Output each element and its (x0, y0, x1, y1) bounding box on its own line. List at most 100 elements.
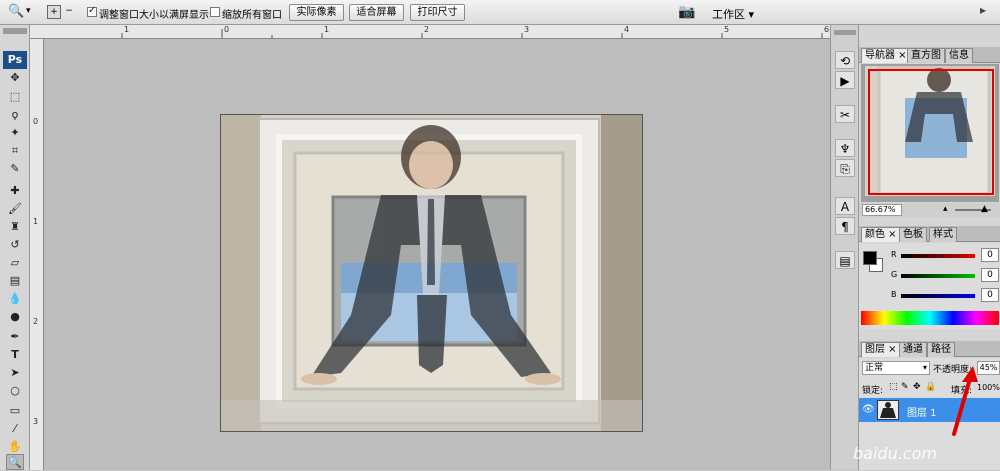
tab-layers[interactable]: 图层 × (861, 342, 901, 357)
move-tool-icon[interactable]: ✥ (6, 70, 24, 86)
tab-swatches[interactable]: 色板 (899, 227, 927, 242)
clone-stamp-tool-icon[interactable]: ♜ (6, 219, 24, 235)
pen-tool-icon[interactable]: ✒ (6, 329, 24, 345)
tab-navigator[interactable]: 导航器 × (861, 48, 911, 63)
magnifier-icon[interactable]: 🔍 (8, 4, 24, 19)
notes-tool-icon[interactable]: ▭ (6, 403, 24, 419)
brush-tool-icon[interactable]: 🖌 (6, 201, 24, 217)
options-bar: 🔍 ▾ + − 调整窗口大小以满屏显示 缩放所有窗口 实际像素 适合屏幕 打印尺… (0, 0, 1000, 25)
path-selection-tool-icon[interactable]: ➤ (6, 365, 24, 381)
zoom-all-checkbox[interactable] (210, 7, 220, 17)
tool-preset-arrow-icon[interactable]: ▾ (26, 6, 31, 16)
type-tool-icon[interactable]: T (6, 347, 24, 363)
zoom-in-icon[interactable]: + (47, 5, 61, 19)
channel-label-r: R (891, 250, 897, 259)
navigator-panel-tabs: 导航器 × 直方图 信息 (859, 47, 1000, 63)
fit-window-checkbox[interactable] (87, 5, 97, 17)
camera-icon[interactable]: 📷 (678, 4, 695, 20)
opacity-field[interactable]: 45% (977, 361, 1000, 375)
ruler-h-label: 5 (724, 25, 730, 34)
eraser-tool-icon[interactable]: ▱ (6, 255, 24, 271)
healing-brush-tool-icon[interactable]: ✚ (6, 183, 24, 199)
eyedropper-tool-icon[interactable]: ⁄ (6, 421, 24, 437)
color-panel-tabs: 颜色 × 色板 样式 (859, 226, 1000, 242)
channel-label-g: G (891, 270, 898, 279)
lasso-tool-icon[interactable]: ϙ (6, 107, 24, 123)
tab-channels[interactable]: 通道 (899, 342, 927, 357)
brushes-icon[interactable]: ♆ (835, 139, 855, 157)
watermark-text: baidu.com (853, 444, 937, 463)
tab-styles[interactable]: 样式 (929, 227, 957, 242)
blur-tool-icon[interactable]: 💧 (6, 291, 24, 307)
ruler-v-label: 3 (33, 417, 39, 426)
print-size-button[interactable]: 打印尺寸 (410, 4, 465, 21)
crop-tool-icon[interactable]: ⌗ (6, 143, 24, 159)
ruler-h-label: 3 (524, 25, 530, 34)
layer-thumbnail (877, 400, 899, 420)
horizontal-ruler: 1 0 1 2 3 4 5 6 (30, 25, 830, 39)
actual-pixels-button[interactable]: 实际像素 (289, 4, 344, 21)
history-icon[interactable]: ⟲ (835, 51, 855, 69)
tool-presets-icon[interactable]: ✂ (835, 105, 855, 123)
lock-pixels-icon[interactable]: ✎ (901, 382, 909, 392)
blend-mode-value: 正常 (865, 363, 884, 373)
color-spectrum-bar[interactable] (861, 311, 999, 325)
lock-position-icon[interactable]: ✥ (913, 382, 921, 392)
navigator-preview[interactable] (861, 64, 999, 202)
fit-screen-button[interactable]: 适合屏幕 (349, 4, 404, 21)
navigator-zoom-slider-thumb[interactable]: ▲ (981, 204, 988, 214)
navigator-zoom-field[interactable]: 66.67% (862, 204, 902, 216)
ruler-h-label: 6 (824, 25, 830, 34)
tools-panel: Ps ✥ ⬚ ϙ ✦ ⌗ ✎ ✚ 🖌 ♜ ↺ ▱ ▤ 💧 ● ✒ T ➤ ○ ▭… (0, 25, 30, 470)
workspace-menu[interactable]: 工作区 ▾ (712, 6, 754, 22)
marquee-tool-icon[interactable]: ⬚ (6, 89, 24, 105)
lock-all-icon[interactable]: 🔒 (925, 382, 936, 392)
ruler-h-label: 0 (224, 25, 230, 34)
tab-info[interactable]: 信息 (945, 48, 973, 63)
document-canvas[interactable] (220, 114, 643, 432)
character-icon[interactable]: A (835, 197, 855, 215)
ruler-h-label: 1 (324, 25, 330, 34)
hand-tool-icon[interactable]: ✋ (6, 439, 24, 455)
ruler-h-label: 4 (624, 25, 630, 34)
ruler-h-label: 1 (124, 25, 130, 34)
shape-tool-icon[interactable]: ○ (6, 383, 24, 399)
fill-value[interactable]: 100% (977, 383, 1000, 392)
green-value[interactable]: 0 (981, 268, 999, 282)
blue-slider[interactable] (901, 294, 975, 298)
blend-mode-select[interactable]: 正常 ▾ (862, 361, 930, 375)
zoom-all-label: 缩放所有窗口 (222, 10, 282, 21)
layer-comps-icon[interactable]: ▤ (835, 251, 855, 269)
clone-source-icon[interactable]: ⎘ (835, 159, 855, 177)
strip-grip[interactable] (834, 30, 856, 35)
zoom-out-small-icon[interactable]: ▴ (943, 204, 948, 214)
slice-tool-icon[interactable]: ✎ (6, 161, 24, 177)
actions-icon[interactable]: ▶ (835, 71, 855, 89)
lock-transparency-icon[interactable]: ⬚ (889, 382, 898, 392)
toolbar-grip[interactable] (3, 28, 27, 34)
tab-histogram[interactable]: 直方图 (907, 48, 945, 63)
foreground-color-swatch[interactable] (863, 251, 877, 265)
paragraph-icon[interactable]: ¶ (835, 217, 855, 235)
ruler-v-label: 2 (33, 317, 39, 326)
red-slider[interactable] (901, 254, 975, 258)
red-value[interactable]: 0 (981, 248, 999, 262)
green-slider[interactable] (901, 274, 975, 278)
vertical-ruler: 0 1 2 3 (30, 39, 44, 470)
gradient-tool-icon[interactable]: ▤ (6, 273, 24, 289)
magic-wand-tool-icon[interactable]: ✦ (6, 125, 24, 141)
eye-icon[interactable]: 👁 (862, 404, 875, 415)
ruler-v-label: 1 (33, 217, 39, 226)
zoom-out-icon[interactable]: − (63, 5, 75, 19)
color-panel: R 0 G 0 B 0 (859, 243, 1000, 329)
tab-color[interactable]: 颜色 × (861, 227, 901, 242)
zoom-tool-icon[interactable]: 🔍 (6, 454, 24, 470)
ruler-ticks-h (121, 29, 823, 38)
annotation-arrow (952, 366, 978, 436)
dodge-tool-icon[interactable]: ● (6, 309, 24, 325)
history-brush-tool-icon[interactable]: ↺ (6, 237, 24, 253)
panel-options-icon[interactable]: ▸ (980, 3, 986, 17)
ps-logo[interactable]: Ps (3, 51, 27, 69)
blue-value[interactable]: 0 (981, 288, 999, 302)
tab-paths[interactable]: 路径 (927, 342, 955, 357)
